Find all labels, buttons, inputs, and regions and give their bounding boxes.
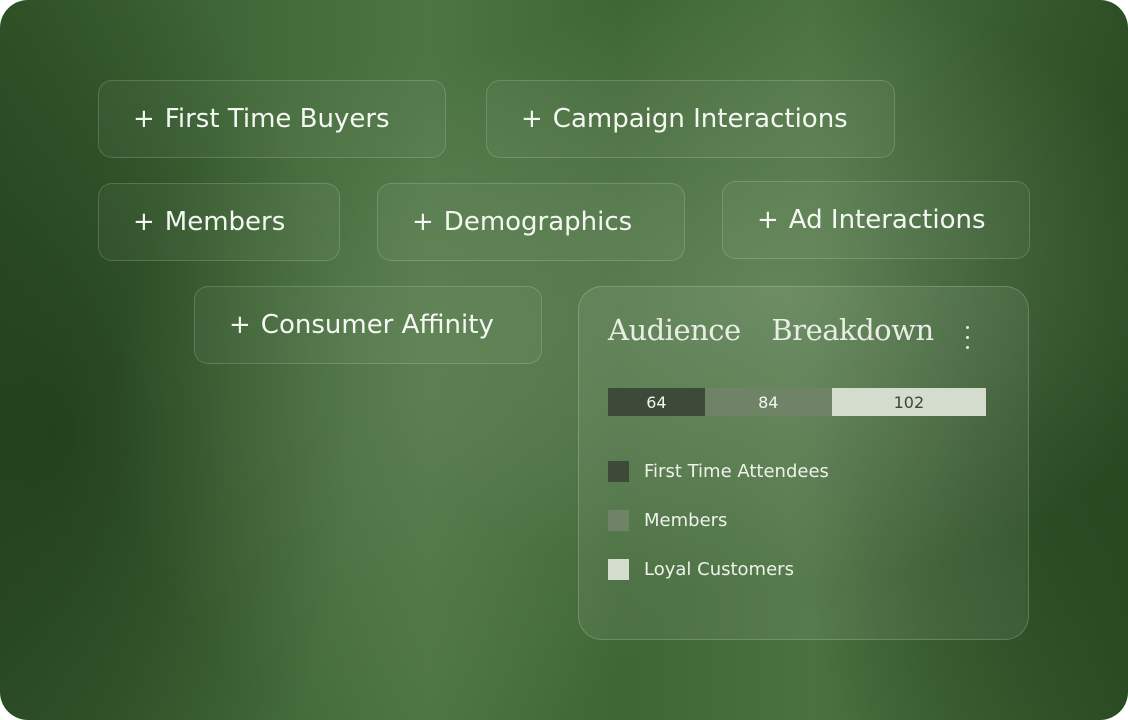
bar-value-label: 84 (758, 392, 779, 412)
legend-item: First Time Attendees (608, 461, 829, 510)
add-ad-interactions-button[interactable]: + Ad Interactions (722, 181, 1030, 259)
bar-segment: 84 (704, 388, 832, 416)
stacked-bar-chart: 64 84 102 (608, 388, 986, 416)
add-first-time-buyers-button[interactable]: + First Time Buyers (98, 80, 446, 158)
legend-swatch (608, 559, 629, 580)
chip-label: Demographics (443, 207, 633, 237)
vertical-ellipsis-icon[interactable] (961, 323, 975, 353)
legend-item: Members (608, 510, 829, 559)
legend-label: First Time Attendees (644, 461, 829, 482)
card-title: Audience Breakdown (608, 313, 934, 347)
plus-icon: + (412, 207, 434, 237)
plus-icon: + (521, 104, 543, 134)
chip-label: Ad Interactions (788, 205, 986, 235)
bar-value-label: 64 (646, 392, 667, 412)
chip-label: Consumer Affinity (260, 310, 494, 340)
bar-segment: 64 (608, 388, 705, 416)
legend-item: Loyal Customers (608, 559, 829, 608)
plus-icon: + (229, 310, 251, 340)
bar-value-label: 102 (893, 392, 925, 412)
audience-breakdown-card: Audience Breakdown 64 84 102 First Time At… (578, 286, 1029, 640)
add-members-button[interactable]: + Members (98, 183, 340, 261)
legend-label: Loyal Customers (644, 559, 794, 580)
legend-swatch (608, 461, 629, 482)
chip-label: Campaign Interactions (552, 104, 848, 134)
audience-builder-panel: + First Time Buyers + Campaign Interacti… (0, 0, 1128, 720)
add-campaign-interactions-button[interactable]: + Campaign Interactions (486, 80, 895, 158)
chip-label: First Time Buyers (164, 104, 390, 134)
chart-legend: First Time Attendees Members Loyal Custome… (608, 461, 829, 608)
add-demographics-button[interactable]: + Demographics (377, 183, 685, 261)
add-consumer-affinity-button[interactable]: + Consumer Affinity (194, 286, 542, 364)
bar-segment: 102 (831, 388, 986, 416)
legend-swatch (608, 510, 629, 531)
plus-icon: + (133, 207, 155, 237)
plus-icon: + (133, 104, 155, 134)
chip-label: Members (164, 207, 286, 237)
plus-icon: + (757, 205, 779, 235)
legend-label: Members (644, 510, 728, 531)
